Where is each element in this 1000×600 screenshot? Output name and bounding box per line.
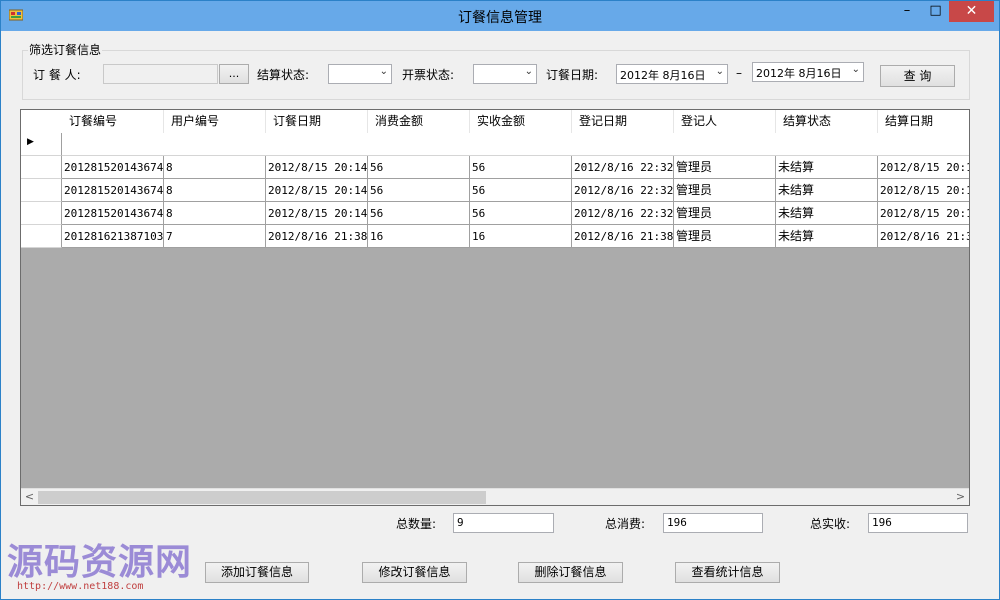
invoice-status-label: 开票状态: bbox=[402, 68, 455, 82]
minimize-button[interactable]: – bbox=[892, 1, 922, 22]
table-cell[interactable]: 未结算 bbox=[776, 156, 878, 179]
table-cell[interactable]: 16 bbox=[368, 225, 470, 248]
column-header[interactable]: 实收金额 bbox=[470, 110, 572, 133]
table-cell[interactable]: 2012/8/15 20:14 bbox=[266, 156, 368, 179]
chevron-down-icon: ⌄ bbox=[715, 66, 724, 77]
total-received-label: 总实收: bbox=[810, 517, 851, 531]
column-header[interactable]: 订餐日期 bbox=[266, 110, 368, 133]
delete-order-button[interactable]: 删除订餐信息 bbox=[518, 562, 623, 583]
table-cell[interactable]: 未结算 bbox=[776, 202, 878, 225]
close-button[interactable]: ✕ bbox=[949, 1, 994, 22]
table-cell[interactable]: 16 bbox=[470, 225, 572, 248]
table-cell[interactable]: 201281621387103 bbox=[62, 225, 164, 248]
table-cell[interactable]: 未结算 bbox=[776, 225, 878, 248]
total-count-label: 总数量: bbox=[396, 517, 437, 531]
column-header[interactable]: 用户编号 bbox=[164, 110, 266, 133]
grid-body: 订餐编号 用户编号 订餐日期 消费金额 实收金额 登记日期 登记人 结算状态 结算日期 ▶ 201… bbox=[21, 110, 969, 488]
table-cell[interactable]: 56 bbox=[368, 202, 470, 225]
table-cell[interactable]: 56 bbox=[368, 156, 470, 179]
orderer-label: 订 餐 人: bbox=[33, 68, 81, 82]
column-header[interactable]: 登记日期 bbox=[572, 110, 674, 133]
new-row[interactable] bbox=[62, 133, 969, 156]
horizontal-scrollbar[interactable]: < > bbox=[21, 488, 969, 505]
column-header[interactable]: 结算日期 bbox=[878, 110, 969, 133]
table-cell[interactable]: 201281520143674 bbox=[62, 156, 164, 179]
table-cell[interactable]: 7 bbox=[164, 225, 266, 248]
table-cell[interactable]: 2012/8/15 20:1 bbox=[878, 179, 969, 202]
settle-status-select[interactable]: ⌄ bbox=[328, 64, 392, 84]
scrollbar-thumb[interactable] bbox=[38, 491, 486, 504]
total-consume-field[interactable]: 196 bbox=[663, 513, 763, 533]
table-cell[interactable]: 56 bbox=[470, 202, 572, 225]
table-row[interactable]: 201281621387103 7 2012/8/16 21:38 16 16 2012/… bbox=[21, 225, 969, 248]
add-order-button[interactable]: 添加订餐信息 bbox=[205, 562, 309, 583]
table-cell[interactable]: 2012/8/15 20:14 bbox=[266, 179, 368, 202]
table-row[interactable]: 201281520143674 8 2012/8/15 20:14 56 56 2012/… bbox=[21, 179, 969, 202]
date-range-separator: – bbox=[736, 66, 742, 80]
invoice-status-select[interactable]: ⌄ bbox=[473, 64, 537, 84]
column-header[interactable]: 消费金额 bbox=[368, 110, 470, 133]
table-cell[interactable]: 2012/8/15 20:1 bbox=[878, 156, 969, 179]
order-data-grid[interactable]: 订餐编号 用户编号 订餐日期 消费金额 实收金额 登记日期 登记人 结算状态 结算日期 ▶ 201… bbox=[20, 109, 970, 506]
watermark-url: http://www.net188.com bbox=[17, 581, 144, 592]
table-cell[interactable]: 2012/8/15 20:14 bbox=[266, 202, 368, 225]
table-cell[interactable]: 2012/8/16 21:3 bbox=[878, 225, 969, 248]
table-cell[interactable]: 2012/8/16 22:32 bbox=[572, 179, 674, 202]
date-to-picker[interactable]: 2012年 8月16日 ⌄ bbox=[752, 62, 864, 82]
orderer-browse-button[interactable]: ... bbox=[219, 64, 249, 84]
column-header[interactable]: 结算状态 bbox=[776, 110, 878, 133]
total-received-field[interactable]: 196 bbox=[868, 513, 968, 533]
table-cell[interactable]: 56 bbox=[470, 156, 572, 179]
main-window: 订餐信息管理 – □ ✕ 筛选订餐信息 订 餐 人: ... 结算状态: ⌄ 开… bbox=[0, 0, 1000, 600]
table-cell[interactable]: 8 bbox=[164, 179, 266, 202]
scroll-left-icon[interactable]: < bbox=[21, 489, 38, 505]
table-cell[interactable]: 2012/8/15 20:1 bbox=[878, 202, 969, 225]
chevron-down-icon: ⌄ bbox=[379, 66, 388, 77]
table-cell[interactable]: 201281520143674 bbox=[62, 202, 164, 225]
table-cell[interactable]: 管理员 bbox=[674, 202, 776, 225]
table-cell[interactable]: 2012/8/16 21:38 bbox=[266, 225, 368, 248]
window-title: 订餐信息管理 bbox=[458, 10, 542, 26]
settle-status-label: 结算状态: bbox=[257, 68, 310, 82]
view-statistics-button[interactable]: 查看统计信息 bbox=[675, 562, 780, 583]
table-cell[interactable]: 8 bbox=[164, 202, 266, 225]
filter-group-title: 筛选订餐信息 bbox=[28, 41, 103, 58]
maximize-button[interactable]: □ bbox=[922, 1, 949, 22]
table-cell[interactable]: 201281520143674 bbox=[62, 179, 164, 202]
row-header[interactable]: ▶ bbox=[21, 133, 62, 156]
table-row[interactable]: 201281520143674 8 2012/8/15 20:14 56 56 2012/… bbox=[21, 202, 969, 225]
table-cell[interactable]: 2012/8/16 22:32 bbox=[572, 156, 674, 179]
current-row-icon: ▶ bbox=[27, 137, 34, 147]
chevron-down-icon: ⌄ bbox=[524, 66, 533, 77]
edit-order-button[interactable]: 修改订餐信息 bbox=[362, 562, 467, 583]
table-cell[interactable]: 管理员 bbox=[674, 225, 776, 248]
scroll-right-icon[interactable]: > bbox=[952, 489, 969, 505]
table-cell[interactable]: 56 bbox=[368, 179, 470, 202]
grid-header-row: 订餐编号 用户编号 订餐日期 消费金额 实收金额 登记日期 登记人 结算状态 结算日期 bbox=[21, 110, 969, 134]
table-cell[interactable]: 管理员 bbox=[674, 156, 776, 179]
table-cell[interactable]: 未结算 bbox=[776, 179, 878, 202]
total-consume-label: 总消费: bbox=[605, 517, 646, 531]
date-from-value: 2012年 8月16日 bbox=[620, 69, 706, 82]
orderer-input[interactable] bbox=[103, 64, 218, 84]
column-header[interactable]: 订餐编号 bbox=[62, 110, 164, 133]
column-header[interactable]: 登记人 bbox=[674, 110, 776, 133]
table-cell[interactable]: 56 bbox=[470, 179, 572, 202]
table-row[interactable]: 201281520143674 8 2012/8/15 20:14 56 56 2012/… bbox=[21, 156, 969, 179]
chevron-down-icon: ⌄ bbox=[851, 64, 860, 75]
date-from-picker[interactable]: 2012年 8月16日 ⌄ bbox=[616, 64, 728, 84]
title-bar: 订餐信息管理 – □ ✕ bbox=[1, 1, 999, 31]
total-count-field[interactable]: 9 bbox=[453, 513, 554, 533]
table-cell[interactable]: 8 bbox=[164, 156, 266, 179]
order-date-label: 订餐日期: bbox=[546, 68, 599, 82]
watermark-logo: 源码资源网 bbox=[7, 541, 193, 583]
table-cell[interactable]: 管理员 bbox=[674, 179, 776, 202]
table-cell[interactable]: 2012/8/16 22:32 bbox=[572, 202, 674, 225]
query-button[interactable]: 查 询 bbox=[880, 65, 955, 87]
date-to-value: 2012年 8月16日 bbox=[756, 67, 842, 80]
table-cell[interactable]: 2012/8/16 21:38 bbox=[572, 225, 674, 248]
